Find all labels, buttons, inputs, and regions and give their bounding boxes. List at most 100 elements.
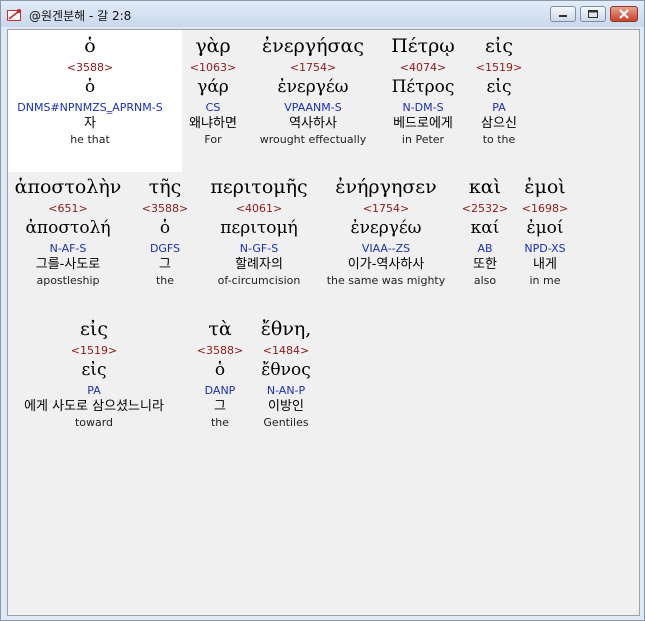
greek-word: καὶ bbox=[468, 176, 502, 198]
strong-number: <3588> bbox=[66, 61, 114, 74]
morphology-code: CS bbox=[205, 101, 221, 114]
english-gloss: For bbox=[204, 133, 222, 146]
strong-number: <1519> bbox=[475, 61, 523, 74]
english-gloss: of-circumcision bbox=[217, 274, 301, 287]
greek-word: τῆς bbox=[148, 176, 182, 198]
greek-word: περιτομῆς bbox=[210, 176, 308, 198]
greek-word: εἰς bbox=[485, 35, 513, 57]
greek-word: ἀποστολὴν bbox=[14, 176, 122, 198]
morphology-code: DANP bbox=[204, 384, 236, 397]
strong-number: <3588> bbox=[141, 202, 189, 215]
strong-number: <1698> bbox=[521, 202, 569, 215]
morphology-code: DNMS#NPNMZS‗APRNM-S bbox=[17, 101, 163, 114]
lemma: ὁ bbox=[84, 77, 96, 97]
word-column[interactable]: ὁ <3588> ὁ DNMS#NPNMZS‗APRNM-S 자 he that bbox=[17, 35, 162, 147]
close-button[interactable] bbox=[610, 6, 638, 22]
strong-number: <1754> bbox=[362, 202, 410, 215]
word-column[interactable]: Πέτρῳ <4074> Πέτρος N-DM-S 베드로에게 in Peter bbox=[391, 35, 455, 147]
greek-word: ἐνήργησεν bbox=[335, 176, 437, 198]
strong-number: <651> bbox=[48, 202, 88, 215]
lemma: καί bbox=[470, 218, 500, 238]
strong-number: <3588> bbox=[196, 344, 244, 357]
morphology-code: PA bbox=[492, 101, 506, 114]
word-column[interactable]: περιτομῆς <4061> περιτομή N-GF-S 할례자의 of-circ… bbox=[210, 176, 307, 288]
minimize-button[interactable] bbox=[550, 6, 576, 22]
greek-word: γὰρ bbox=[195, 35, 231, 57]
korean-gloss: 왜냐하면 bbox=[189, 116, 237, 131]
greek-word: ὁ bbox=[84, 35, 96, 57]
english-gloss: toward bbox=[74, 416, 114, 429]
greek-word: ἐνεργήσας bbox=[262, 35, 364, 57]
greek-word: ἐμοὶ bbox=[524, 176, 566, 198]
korean-gloss: 그를-사도로 bbox=[35, 257, 101, 272]
korean-gloss: 삼으신 bbox=[481, 116, 517, 131]
english-gloss: the same was mighty bbox=[326, 274, 446, 287]
lemma: ἔθνος bbox=[261, 360, 311, 380]
greek-word: εἰς bbox=[80, 318, 108, 340]
lemma: ὁ bbox=[214, 360, 226, 380]
word-column[interactable]: εἰς <1519> εἰς PA 삼으신 to the bbox=[476, 35, 522, 147]
lemma: γάρ bbox=[197, 77, 229, 97]
word-column[interactable]: τὰ <3588> ὁ DANP 그 the bbox=[197, 318, 243, 430]
word-column[interactable]: ἐνήργησεν <1754> ἐνεργέω VIAA--ZS 이가-역사하사 the… bbox=[327, 176, 446, 288]
english-gloss: in me bbox=[529, 274, 561, 287]
lemma: εἰς bbox=[486, 77, 512, 97]
strong-number: <1484> bbox=[262, 344, 310, 357]
lemma: ἐνεργέω bbox=[350, 218, 422, 238]
strong-number: <4061> bbox=[235, 202, 283, 215]
lemma: ἐμοί bbox=[526, 218, 564, 238]
english-gloss: also bbox=[473, 274, 497, 287]
lemma: εἰς bbox=[81, 360, 107, 380]
word-column[interactable]: καὶ <2532> καί AB 또한 also bbox=[462, 176, 508, 288]
morphology-code: AB bbox=[477, 242, 493, 255]
korean-gloss: 에게 사도로 삼으셨느니라 bbox=[24, 399, 164, 414]
korean-gloss: 이가-역사하사 bbox=[347, 257, 425, 272]
korean-gloss: 이방인 bbox=[268, 399, 304, 414]
interlinear-view[interactable]: ὁ <3588> ὁ DNMS#NPNMZS‗APRNM-S 자 he that γὰρ <1… bbox=[7, 29, 640, 616]
morphology-code: N-GF-S bbox=[239, 242, 279, 255]
morphology-code: N-DM-S bbox=[402, 101, 444, 114]
window-title: @원겐분해 - 갈 2:8 bbox=[29, 9, 132, 23]
morphology-code: PA bbox=[87, 384, 101, 397]
korean-gloss: 그 bbox=[159, 257, 171, 272]
morphology-code: N-AF-S bbox=[49, 242, 87, 255]
strong-number: <4074> bbox=[399, 61, 447, 74]
english-gloss: Gentiles bbox=[263, 416, 309, 429]
korean-gloss: 역사하사 bbox=[289, 116, 337, 131]
english-gloss: he that bbox=[70, 133, 110, 146]
word-column[interactable]: ἔθνη, <1484> ἔθνος N-AN-P 이방인 Gentiles bbox=[261, 318, 312, 430]
korean-gloss: 내게 bbox=[533, 257, 557, 272]
word-column[interactable]: γὰρ <1063> γάρ CS 왜냐하면 For bbox=[189, 35, 237, 147]
english-gloss: to the bbox=[482, 133, 516, 146]
word-column[interactable]: ἐμοὶ <1698> ἐμοί NPD-XS 내게 in me bbox=[522, 176, 568, 288]
lemma: ὁ bbox=[159, 218, 171, 238]
english-gloss: apostleship bbox=[36, 274, 100, 287]
english-gloss: in Peter bbox=[401, 133, 445, 146]
strong-number: <1519> bbox=[70, 344, 118, 357]
lemma: ἐνεργέω bbox=[277, 77, 349, 97]
word-column[interactable]: ἀποστολὴν <651> ἀποστολή N-AF-S 그를-사도로 apostl… bbox=[15, 176, 122, 288]
title-bar[interactable]: @원겐분해 - 갈 2:8 bbox=[1, 1, 644, 27]
korean-gloss: 할례자의 bbox=[235, 257, 283, 272]
word-column[interactable]: τῆς <3588> ὁ DGFS 그 the bbox=[142, 176, 188, 288]
app-icon bbox=[7, 7, 23, 21]
maximize-icon bbox=[588, 10, 598, 18]
maximize-button[interactable] bbox=[580, 6, 606, 22]
strong-number: <2532> bbox=[461, 202, 509, 215]
greek-word: ἔθνη, bbox=[260, 318, 312, 340]
lemma: ἀποστολή bbox=[25, 218, 111, 238]
korean-gloss: 그 bbox=[214, 399, 226, 414]
lemma: περιτομή bbox=[220, 218, 298, 238]
lemma: Πέτρος bbox=[391, 77, 455, 97]
greek-word: τὰ bbox=[208, 318, 232, 340]
morphology-code: N-AN-P bbox=[266, 384, 306, 397]
word-column[interactable]: ἐνεργήσας <1754> ἐνεργέω VPAANM-S 역사하사 wrough… bbox=[260, 35, 367, 147]
word-column[interactable]: εἰς <1519> εἰς PA 에게 사도로 삼으셨느니라 toward bbox=[24, 318, 164, 430]
korean-gloss: 베드로에게 bbox=[393, 116, 453, 131]
english-gloss: the bbox=[155, 274, 175, 287]
english-gloss: the bbox=[210, 416, 230, 429]
strong-number: <1063> bbox=[189, 61, 237, 74]
greek-word: Πέτρῳ bbox=[391, 35, 455, 57]
morphology-code: VPAANM-S bbox=[284, 101, 342, 114]
morphology-code: NPD-XS bbox=[524, 242, 566, 255]
